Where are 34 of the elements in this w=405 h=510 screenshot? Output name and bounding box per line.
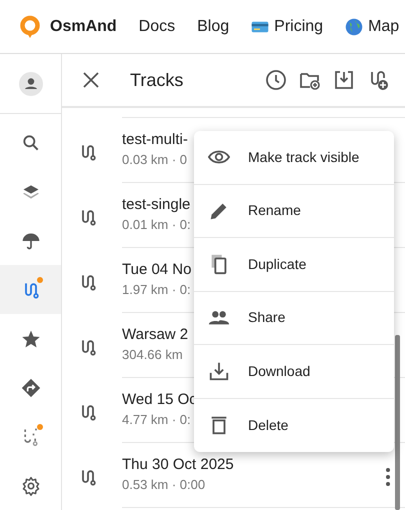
menu-item[interactable]: Share	[248, 307, 286, 328]
nav-link[interactable]: Docs	[138, 14, 176, 38]
track-name[interactable]: Tue 04 No	[122, 260, 192, 280]
settings-icon	[20, 476, 40, 496]
menu-item[interactable]: Rename	[248, 200, 301, 222]
track-details: 0.03 km · 0	[122, 151, 188, 170]
track-details: 4.77 km · 0:	[122, 411, 191, 430]
brand-name[interactable]: OsmAnd	[50, 14, 117, 38]
search-icon	[20, 132, 40, 152]
track-details: 0.53 km · 0:00	[122, 476, 206, 494]
download-icon	[208, 360, 230, 382]
track-name[interactable]: test-multi-	[122, 130, 188, 150]
track-details: 304.66 km	[122, 346, 183, 364]
menu-item[interactable]: Make track visible	[248, 146, 360, 168]
track-details: 0.01 km · 0:	[122, 216, 191, 234]
star-icon	[20, 328, 40, 348]
menu-item[interactable]: Download	[248, 360, 310, 382]
menu-item[interactable]: Delete	[248, 414, 288, 436]
track-name[interactable]: Thu 30 Oct 2025	[122, 455, 234, 476]
nav-link[interactable]: Map	[345, 14, 400, 38]
scrollbar[interactable]	[395, 335, 400, 510]
track-name[interactable]: Warsaw 2	[122, 325, 188, 346]
turn-sign-icon	[20, 378, 40, 398]
track-name[interactable]: test-single	[122, 195, 190, 216]
track-details: 1.97 km · 0:	[122, 281, 191, 300]
menu-item[interactable]: Duplicate	[248, 254, 306, 275]
umbrella-icon	[20, 230, 40, 250]
clock-icon[interactable]	[263, 67, 289, 93]
avatar-icon[interactable]	[18, 72, 42, 96]
more-options-button[interactable]	[385, 465, 391, 489]
nav-link[interactable]: Pricing	[251, 14, 324, 38]
panel-title: Tracks	[130, 68, 184, 92]
globe-icon	[345, 18, 364, 36]
nav-link[interactable]: Blog	[197, 14, 230, 38]
